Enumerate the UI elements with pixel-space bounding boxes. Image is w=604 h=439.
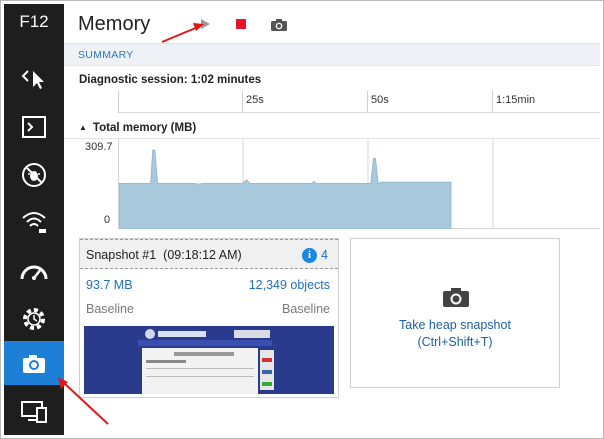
- snapshot-card[interactable]: Snapshot #1 (09:18:12 AM) i 4 93.7 MB 12…: [79, 238, 339, 398]
- session-duration: Diagnostic session: 1:02 minutes: [79, 74, 262, 86]
- start-profiling-button[interactable]: [196, 15, 214, 33]
- summary-band: SUMMARY: [64, 44, 600, 66]
- console-tool[interactable]: [4, 105, 64, 149]
- graph-header[interactable]: ▲ Total memory (MB): [79, 122, 196, 134]
- memory-header: Memory: [64, 4, 600, 44]
- graph-title: Total memory (MB): [92, 122, 197, 134]
- take-snapshot-toolbar-button[interactable]: [270, 15, 288, 33]
- collapse-triangle-icon[interactable]: ▲: [79, 123, 87, 132]
- snapshot-card-header[interactable]: Snapshot #1 (09:18:12 AM) i 4: [80, 239, 338, 269]
- time-ruler: 25s 50s 1:15min: [118, 91, 600, 113]
- dom-explorer-tool[interactable]: [4, 56, 64, 100]
- size-baseline: Baseline: [86, 302, 134, 316]
- memory-chart-svg: [119, 139, 494, 229]
- profiler-tool[interactable]: [4, 297, 64, 341]
- play-icon: [201, 19, 210, 29]
- snapshot-objects-link[interactable]: 12,349 objects: [249, 278, 330, 292]
- info-count[interactable]: 4: [321, 248, 328, 262]
- ruler-label: 1:15min: [496, 94, 536, 106]
- summary-label: SUMMARY: [78, 49, 134, 61]
- snapshot-title: Snapshot #1 (09:18:12 AM): [86, 248, 242, 262]
- camera-icon: [443, 288, 469, 307]
- console-icon: [22, 116, 46, 138]
- ruler-tick: [367, 91, 368, 113]
- network-icon: [22, 212, 46, 233]
- ruler-label: 25s: [246, 94, 264, 106]
- dom-explorer-icon: [21, 70, 44, 89]
- ruler-label: 50s: [371, 94, 389, 106]
- debugger-icon: [22, 163, 46, 187]
- ruler-tick: [118, 91, 119, 113]
- snapshot-thumbnail: [84, 326, 334, 394]
- ruler-tick: [242, 91, 243, 113]
- stop-icon: [236, 19, 246, 29]
- memory-area-series: [119, 149, 452, 229]
- profiler-icon: [23, 308, 45, 330]
- ui-responsiveness-tool[interactable]: [4, 250, 64, 294]
- debugger-tool[interactable]: [4, 153, 64, 197]
- f12-toolbar: F12: [4, 4, 64, 435]
- y-axis-max: 309.7: [85, 141, 113, 153]
- info-icon[interactable]: i: [302, 248, 317, 263]
- memory-chart: [118, 139, 600, 229]
- emulation-tool[interactable]: [4, 389, 64, 433]
- emulation-icon: [21, 401, 47, 423]
- ui-responsiveness-icon: [20, 265, 48, 280]
- snapshot-name: Snapshot #1: [86, 248, 157, 262]
- objects-baseline: Baseline: [282, 302, 330, 316]
- network-tool[interactable]: [4, 200, 64, 244]
- snapshot-size-link[interactable]: 93.7 MB: [86, 278, 133, 292]
- take-snapshot-shortcut: (Ctrl+Shift+T): [417, 335, 493, 349]
- camera-icon: [271, 18, 287, 31]
- memory-tool[interactable]: [4, 341, 64, 385]
- stop-profiling-button[interactable]: [232, 15, 250, 33]
- page-title: Memory: [78, 13, 151, 35]
- take-heap-snapshot-button[interactable]: Take heap snapshot (Ctrl+Shift+T): [350, 238, 560, 388]
- snapshot-time: (09:18:12 AM): [163, 248, 242, 262]
- take-heap-snapshot-label: Take heap snapshot (Ctrl+Shift+T): [351, 317, 559, 351]
- ruler-tick: [492, 91, 493, 113]
- memory-icon: [23, 355, 45, 373]
- f12-label: F12: [19, 12, 49, 31]
- take-snapshot-text: Take heap snapshot: [399, 318, 511, 332]
- y-axis-min: 0: [104, 214, 111, 226]
